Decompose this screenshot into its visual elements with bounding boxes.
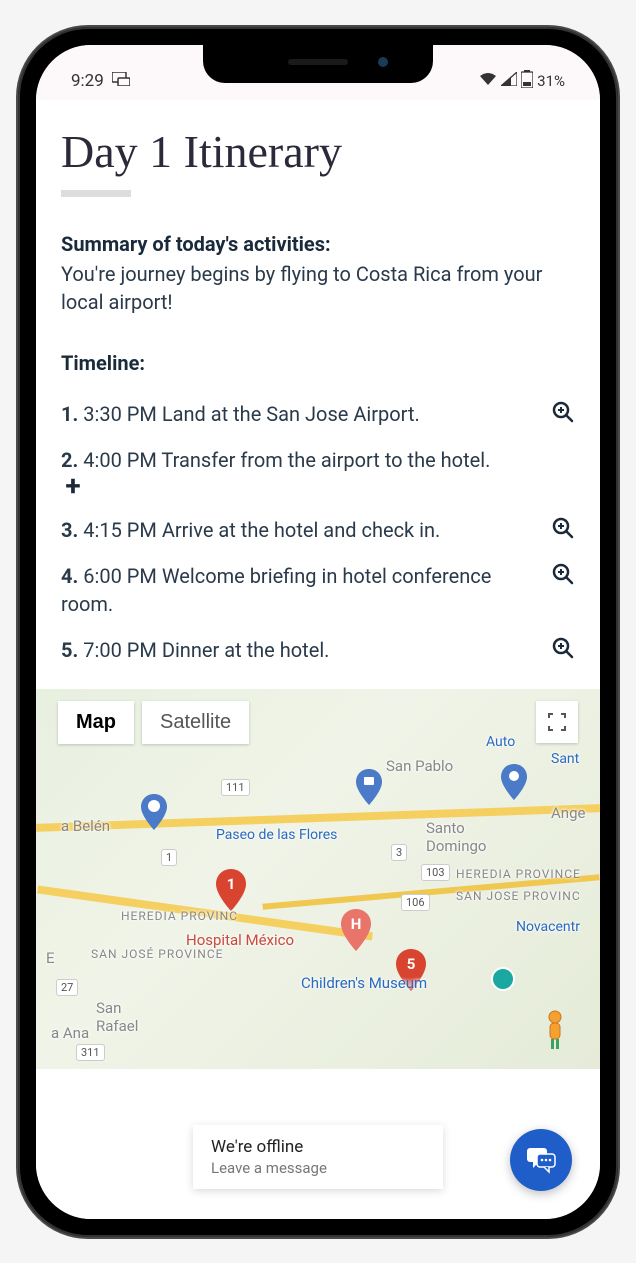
map-label: Sant [551, 751, 579, 767]
plus-icon[interactable]: + [61, 474, 85, 498]
timeline-item: 2. 4:00 PM Transfer from the airport to … [61, 446, 575, 498]
map-label: Hospital México [186, 931, 294, 949]
timeline-num: 4. [61, 564, 78, 588]
phone-screen: 9:29 31% Day 1 Itinerary [36, 45, 600, 1219]
page-title: Day 1 Itinerary [61, 125, 575, 178]
map-label: San Pablo [386, 757, 453, 775]
chat-offline-widget[interactable]: We're offline Leave a message [193, 1125, 443, 1189]
svg-text:5: 5 [407, 955, 416, 973]
timeline-item: 3. 4:15 PM Arrive at the hotel and check… [61, 516, 575, 544]
wifi-icon [479, 72, 497, 90]
notch [203, 45, 433, 83]
timeline-item: 5. 7:00 PM Dinner at the hotel. [61, 636, 575, 664]
timeline-item: 4. 6:00 PM Welcome briefing in hotel con… [61, 562, 575, 618]
title-underline [61, 190, 131, 197]
map-label: Children's Museum [301, 974, 427, 992]
summary-text: You're journey begins by flying to Costa… [61, 260, 575, 316]
map-label: SAN JOSE PROVINC [456, 889, 581, 903]
chat-button[interactable] [510, 1129, 572, 1191]
svg-text:H: H [351, 915, 362, 933]
route-badge: 106 [401, 894, 430, 911]
cast-icon [112, 71, 130, 91]
timeline-text: 6:00 PM Welcome briefing in hotel confer… [61, 564, 491, 616]
map-label: Novacentr [516, 919, 580, 935]
timeline-num: 5. [61, 638, 78, 662]
map-label: Auto [486, 734, 515, 750]
map-label: E [46, 949, 55, 967]
timeline-item: 1. 3:30 PM Land at the San Jose Airport. [61, 400, 575, 428]
zoom-in-icon[interactable] [551, 516, 575, 540]
svg-text:1: 1 [227, 875, 236, 893]
map-label: Paseo de las Flores [216, 827, 337, 843]
battery-icon [521, 70, 533, 92]
map-label: HEREDIA PROVINC [121, 909, 238, 923]
map-type-satellite-button[interactable]: Satellite [142, 701, 249, 744]
hospital-pin-icon[interactable]: H [341, 909, 371, 951]
pegman-icon[interactable] [540, 1009, 570, 1049]
summary-label: Summary of today's activities: [61, 232, 575, 256]
timeline-label: Timeline: [61, 351, 575, 375]
map[interactable]: Map Satellite 1 [36, 689, 600, 1069]
zoom-in-icon[interactable] [551, 636, 575, 660]
map-label: a Ana [51, 1024, 89, 1042]
chat-icon [525, 1146, 557, 1174]
timeline-list: 1. 3:30 PM Land at the San Jose Airport.… [61, 400, 575, 664]
zoom-in-icon[interactable] [551, 562, 575, 586]
phone-frame: 9:29 31% Day 1 Itinerary [18, 27, 618, 1237]
museum-poi-icon[interactable] [491, 967, 515, 991]
shopping-pin-icon[interactable] [356, 769, 382, 805]
offline-title: We're offline [211, 1137, 425, 1157]
map-label: Santo Domingo [426, 819, 506, 855]
map-pin-1[interactable]: 1 [216, 869, 246, 911]
content-area[interactable]: Day 1 Itinerary Summary of today's activ… [36, 100, 600, 1219]
shopping-pin-icon[interactable] [501, 764, 527, 800]
shopping-pin-icon[interactable] [141, 794, 167, 830]
route-badge: 1 [161, 849, 177, 866]
timeline-text: 4:15 PM Arrive at the hotel and check in… [83, 518, 440, 542]
timeline-num: 3. [61, 518, 78, 542]
status-time: 9:29 [71, 71, 104, 91]
route-badge: 111 [221, 779, 250, 796]
map-label: a Belén [61, 817, 110, 835]
timeline-num: 1. [61, 402, 78, 426]
route-badge: 103 [421, 864, 450, 881]
route-badge: 27 [56, 979, 78, 996]
signal-icon [501, 72, 517, 90]
map-label: HEREDIA PROVINCE [456, 867, 581, 881]
route-badge: 311 [76, 1044, 105, 1061]
map-type-map-button[interactable]: Map [58, 701, 134, 744]
zoom-in-icon[interactable] [551, 400, 575, 424]
route-badge: 3 [391, 844, 407, 861]
timeline-text: 4:00 PM Transfer from the airport to the… [83, 448, 490, 472]
map-label: San Rafael [96, 999, 156, 1035]
fullscreen-button[interactable] [536, 701, 578, 743]
battery-percentage: 31% [537, 72, 565, 90]
offline-subtitle: Leave a message [211, 1159, 425, 1177]
timeline-text: 3:30 PM Land at the San Jose Airport. [83, 402, 420, 426]
timeline-text: 7:00 PM Dinner at the hotel. [83, 638, 329, 662]
map-label: Ange [551, 804, 585, 822]
